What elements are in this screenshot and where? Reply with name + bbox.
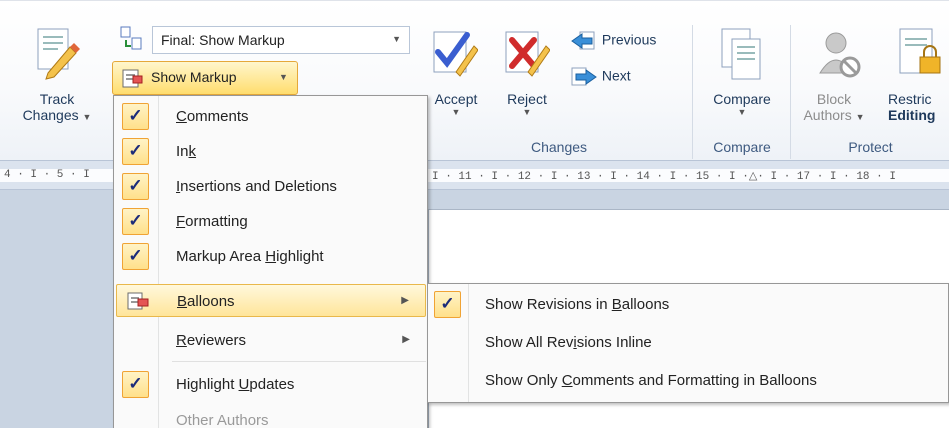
accept-icon[interactable]	[430, 28, 479, 85]
menu-item-ink[interactable]: ✓ Ink	[116, 135, 426, 168]
track-changes-icon[interactable]	[30, 27, 80, 84]
chevron-down-icon: ▼	[279, 72, 288, 82]
block-authors-icon[interactable]	[818, 29, 864, 86]
previous-button[interactable]: Previous	[570, 31, 656, 51]
checkmark-icon: ✓	[122, 173, 149, 200]
block-authors-button: Block Authors ▼	[798, 91, 870, 123]
menu-accel: C	[176, 108, 187, 125]
menu-text: sions Inline	[576, 334, 652, 351]
menu-text: Show Only	[485, 372, 562, 389]
display-for-review-icon	[120, 26, 144, 55]
menu-item-markup-area-highlight[interactable]: ✓ Markup Area Highlight	[116, 240, 426, 273]
menu-text: omments	[186, 108, 249, 125]
menu-text: Show All Rev	[485, 334, 574, 351]
protect-group-label: Protect	[848, 139, 893, 155]
menu-item-insertions-deletions[interactable]: ✓ Insertions and Deletions	[116, 170, 426, 203]
track-changes-button[interactable]: Track Changes ▼	[18, 91, 96, 123]
menu-item-comments[interactable]: ✓ Comments	[116, 100, 426, 133]
submenu-arrow-icon: ▶	[402, 334, 410, 345]
chevron-down-icon: ▼	[522, 107, 532, 117]
checkmark-icon: ✓	[122, 138, 149, 165]
menu-accel: R	[176, 332, 187, 349]
changes-group-label: Changes	[530, 139, 588, 155]
menu-text: nsertions and Deletions	[180, 178, 337, 195]
menu-accel: H	[265, 248, 277, 265]
checkmark-icon: ✓	[434, 291, 461, 318]
menu-item-show-revisions-in-balloons[interactable]: ✓ Show Revisions in Balloons	[430, 288, 946, 321]
reject-label: Reject	[507, 91, 547, 107]
restrict-editing-label-2: Editing	[888, 107, 936, 123]
menu-accel: B	[177, 293, 188, 310]
chevron-down-icon: ▼	[82, 112, 92, 122]
compare-button[interactable]: Compare ▼	[700, 91, 784, 117]
previous-icon	[570, 31, 598, 51]
track-changes-label-1: Track	[39, 91, 75, 107]
menu-text: Other Authors	[176, 412, 269, 428]
menu-separator	[172, 361, 426, 362]
display-for-review-dropdown[interactable]: Final: Show Markup ▼	[152, 26, 410, 54]
menu-accel: F	[176, 213, 186, 230]
menu-text: pdates	[249, 376, 295, 393]
group-separator	[790, 25, 791, 159]
reject-icon[interactable]	[502, 28, 551, 85]
compare-label: Compare	[713, 91, 771, 107]
menu-accel: U	[238, 376, 250, 393]
show-markup-label: Show Markup	[151, 69, 237, 85]
show-markup-icon	[121, 67, 143, 92]
next-icon	[570, 67, 598, 87]
next-button[interactable]: Next	[570, 67, 631, 87]
menu-item-reviewers[interactable]: Reviewers ▶	[116, 324, 426, 357]
menu-text: ighlight	[276, 248, 324, 265]
track-changes-label-2: Changes	[22, 107, 79, 123]
chevron-down-icon: ▼	[392, 34, 401, 44]
balloons-submenu: ✓ Show Revisions in Balloons Show All Re…	[427, 283, 949, 403]
submenu-arrow-icon: ▶	[401, 295, 409, 306]
block-authors-label-2: Authors	[803, 107, 852, 123]
show-markup-button[interactable]: Show Markup ▼	[112, 61, 298, 95]
block-authors-label-1: Block	[816, 91, 852, 107]
chevron-down-icon: ▼	[451, 107, 461, 117]
menu-item-other-authors: Other Authors	[116, 404, 426, 428]
menu-text: alloons	[621, 296, 670, 313]
accept-label: Accept	[434, 91, 478, 107]
checkmark-icon: ✓	[122, 371, 149, 398]
checkmark-icon: ✓	[122, 243, 149, 270]
menu-item-show-all-revisions-inline[interactable]: Show All Revisions Inline	[430, 326, 946, 359]
menu-item-balloons[interactable]: Balloons ▶	[116, 284, 426, 317]
accept-button[interactable]: Accept ▼	[428, 91, 484, 117]
reject-button[interactable]: Reject ▼	[500, 91, 554, 117]
menu-item-formatting[interactable]: ✓ Formatting	[116, 205, 426, 238]
ruler-right-marks: I · 11 · I · 12 · I · 13 · I · 14 · I · …	[432, 171, 896, 183]
menu-item-highlight-updates[interactable]: ✓ Highlight Updates	[116, 368, 426, 401]
menu-accel: C	[561, 372, 573, 389]
menu-text: Markup Area	[176, 248, 266, 265]
menu-accel: B	[611, 296, 622, 313]
checkmark-icon: ✓	[122, 103, 149, 130]
restrict-editing-label-1: Restric	[888, 91, 932, 107]
restrict-editing-button[interactable]: Restric Editing	[876, 91, 949, 123]
menu-text: omments and Formatting in Balloons	[572, 372, 817, 389]
restrict-editing-icon[interactable]	[896, 27, 946, 86]
balloons-icon	[127, 290, 149, 315]
menu-item-show-only-comments-formatting[interactable]: Show Only Comments and Formatting in Bal…	[430, 364, 946, 397]
menu-text: alloons	[187, 293, 235, 310]
compare-icon[interactable]	[718, 27, 764, 86]
menu-text: Highlight	[176, 376, 239, 393]
menu-text: ormatting	[185, 213, 248, 230]
previous-label: Previous	[601, 31, 657, 48]
chevron-down-icon: ▼	[737, 107, 747, 117]
menu-accel: k	[188, 143, 197, 160]
menu-text: In	[176, 143, 189, 160]
ruler-left-marks: 4 · I · 5 · I	[4, 169, 90, 181]
next-label: Next	[601, 67, 631, 84]
group-separator	[692, 25, 693, 159]
menu-text: eviewers	[186, 332, 247, 349]
checkmark-icon: ✓	[122, 208, 149, 235]
display-for-review-value: Final: Show Markup	[161, 32, 285, 48]
chevron-down-icon: ▼	[855, 112, 865, 122]
show-markup-menu: ✓ Comments ✓ Ink ✓ Insertions and Deleti…	[113, 95, 428, 428]
menu-text: Show Revisions in	[485, 296, 612, 313]
compare-group-label: Compare	[713, 139, 771, 155]
